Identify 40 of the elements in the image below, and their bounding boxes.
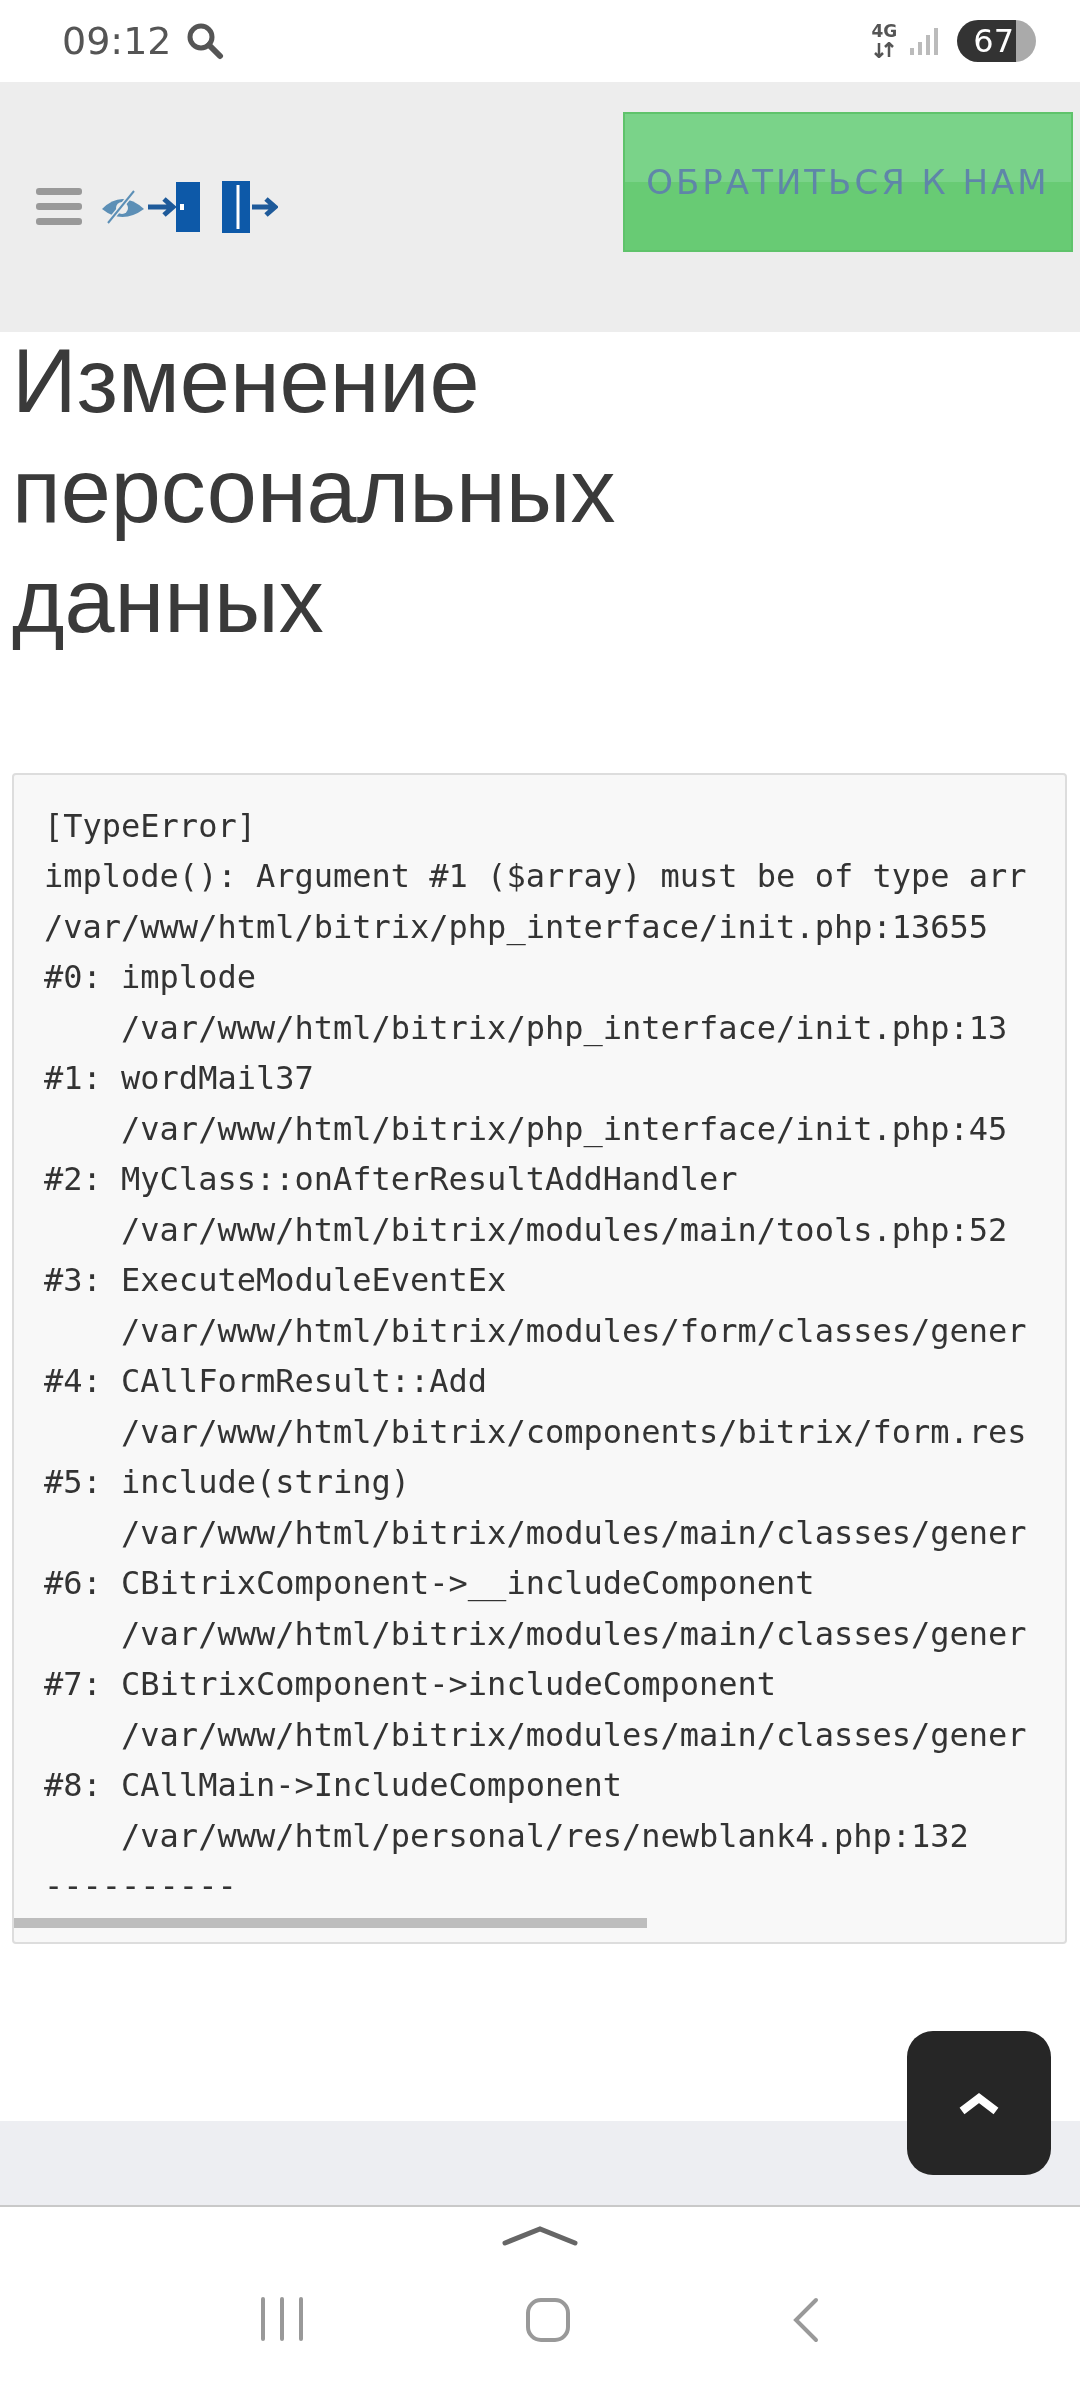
clock: 09:12 (62, 18, 172, 63)
log-line: /var/www/html/bitrix/components/bitrix/form.res (121, 1411, 1027, 1453)
log-line: /var/www/html/bitrix/php_interface/init.php:13655 (44, 906, 988, 948)
eye-slash-icon[interactable] (100, 187, 146, 227)
battery-indicator: 67 (957, 19, 1036, 62)
back-icon[interactable] (791, 2297, 820, 2343)
recent-apps-icon[interactable] (260, 2297, 305, 2341)
signal-icon (909, 25, 940, 56)
log-line: #3: ExecuteModuleEventEx (44, 1260, 507, 1302)
log-line: #5: include(string) (44, 1462, 411, 1504)
chevron-up-icon (959, 2091, 999, 2115)
log-line: #4: CAllFormResult::Add (44, 1361, 488, 1403)
login-icon[interactable] (146, 180, 202, 234)
log-line: /var/www/html/bitrix/php_interface/init.php:13 (121, 1007, 1008, 1049)
home-icon[interactable] (525, 2297, 571, 2343)
chevron-up-icon[interactable] (502, 2225, 578, 2247)
scroll-top-button[interactable] (907, 2031, 1051, 2175)
log-line: #6: CBitrixComponent->__includeComponent (44, 1563, 815, 1605)
log-line: /var/www/html/personal/res/newblank4.php:132 (121, 1815, 969, 1857)
logout-icon[interactable] (220, 179, 278, 235)
log-line: #8: CAllMain->IncludeComponent (44, 1765, 622, 1807)
log-line: /var/www/html/bitrix/php_interface/init.php:45 (121, 1108, 1008, 1150)
menu-icon[interactable] (36, 188, 82, 226)
contact-button[interactable]: ОБРАТИТЬСЯ К НАМ (623, 112, 1073, 252)
search-icon (185, 21, 224, 60)
log-line: #0: implode (44, 957, 256, 999)
network-indicator: 4G (871, 23, 898, 59)
log-line: /var/www/html/bitrix/modules/main/tools.php:52 (121, 1209, 1008, 1251)
log-line: #2: MyClass::onAfterResultAddHandler (44, 1159, 738, 1201)
log-line: /var/www/html/bitrix/modules/main/classes/gener (121, 1613, 1027, 1655)
log-line: /var/www/html/bitrix/modules/main/classes/gener (121, 1512, 1027, 1554)
log-line: /var/www/html/bitrix/modules/form/classes/gener (121, 1310, 1027, 1352)
page-title: Изменение персональных данных (12, 329, 617, 653)
log-line: [TypeError] (44, 805, 256, 847)
log-line: #1: wordMail37 (44, 1058, 314, 1100)
log-line: ---------- (44, 1866, 237, 1908)
scrollbar[interactable] (14, 1917, 647, 1928)
log-line: /var/www/html/bitrix/modules/main/classes/gener (121, 1714, 1027, 1756)
log-line: #7: CBitrixComponent->includeComponent (44, 1664, 777, 1706)
log-line: implode(): Argument #1 ($array) must be of type arr (44, 856, 1027, 898)
